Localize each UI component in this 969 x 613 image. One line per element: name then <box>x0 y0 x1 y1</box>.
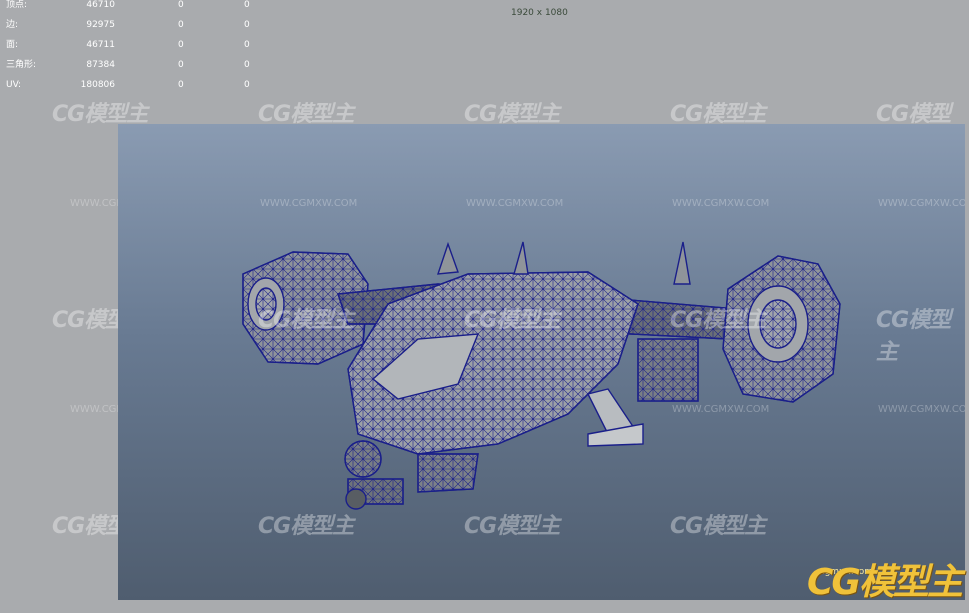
watermark-url: WWW.CGMXW.COM <box>878 198 965 209</box>
poly-count-hud: 顶点: 46710 0 0 边: 92975 0 0 面: 46711 0 0 … <box>0 0 280 100</box>
hud-value: 92975 <box>86 20 115 30</box>
hud-value: 0 <box>178 40 184 50</box>
hud-label: 边: <box>6 20 19 30</box>
hud-row-edges: 边: 92975 0 0 <box>0 20 280 40</box>
hud-value: 0 <box>244 60 250 70</box>
hud-value: 0 <box>244 0 250 10</box>
brand-logo-text: CG模型主 <box>807 562 963 603</box>
watermark-url: WWW.CGMXW.COM <box>672 198 770 209</box>
hud-row-triangles: 三角形: 87384 0 0 <box>0 60 280 80</box>
watermark-url: WWW.CGMXW.COM <box>466 198 564 209</box>
watermark-url: WWW.CGMXW.COM <box>672 404 770 415</box>
hud-label: 顶点: <box>6 0 28 10</box>
watermark: CG模型主 <box>258 308 354 333</box>
maya-viewport[interactable]: CG模型主 CG模型主 CG模型主 CG模型主 CG模型主 CG模型主 CG模型… <box>118 124 965 600</box>
hud-value: 0 <box>178 80 184 90</box>
watermark: CG模型主 <box>670 308 766 333</box>
hud-label: UV: <box>6 80 22 90</box>
watermark: CG模型主 <box>464 308 560 333</box>
watermark: CG模型主 <box>258 514 354 539</box>
hud-label: 面: <box>6 40 19 50</box>
watermark: CG模型主 <box>670 514 766 539</box>
hud-value: 46711 <box>86 40 115 50</box>
brand-logo: CG模型主 <box>807 553 963 605</box>
hud-row-vertices: 顶点: 46710 0 0 <box>0 0 280 20</box>
hud-value: 0 <box>244 20 250 30</box>
hud-value: 0 <box>244 80 250 90</box>
hud-value: 46710 <box>86 0 115 10</box>
watermark: CG模型主 <box>464 514 560 539</box>
resolution-gate-label: 1920 x 1080 <box>511 8 568 18</box>
hud-value: 0 <box>244 40 250 50</box>
hud-value: 0 <box>178 60 184 70</box>
hud-value: 87384 <box>86 60 115 70</box>
hud-value: 0 <box>178 0 184 10</box>
watermark-url: WWW.CGMXW.COM <box>878 404 965 415</box>
hud-value: 180806 <box>80 80 115 90</box>
hud-label: 三角形: <box>6 60 37 70</box>
hud-row-faces: 面: 46711 0 0 <box>0 40 280 60</box>
hud-value: 0 <box>178 20 184 30</box>
watermark: CG模型主 <box>876 308 951 365</box>
watermark-url: WWW.CGMXW.COM <box>260 198 358 209</box>
